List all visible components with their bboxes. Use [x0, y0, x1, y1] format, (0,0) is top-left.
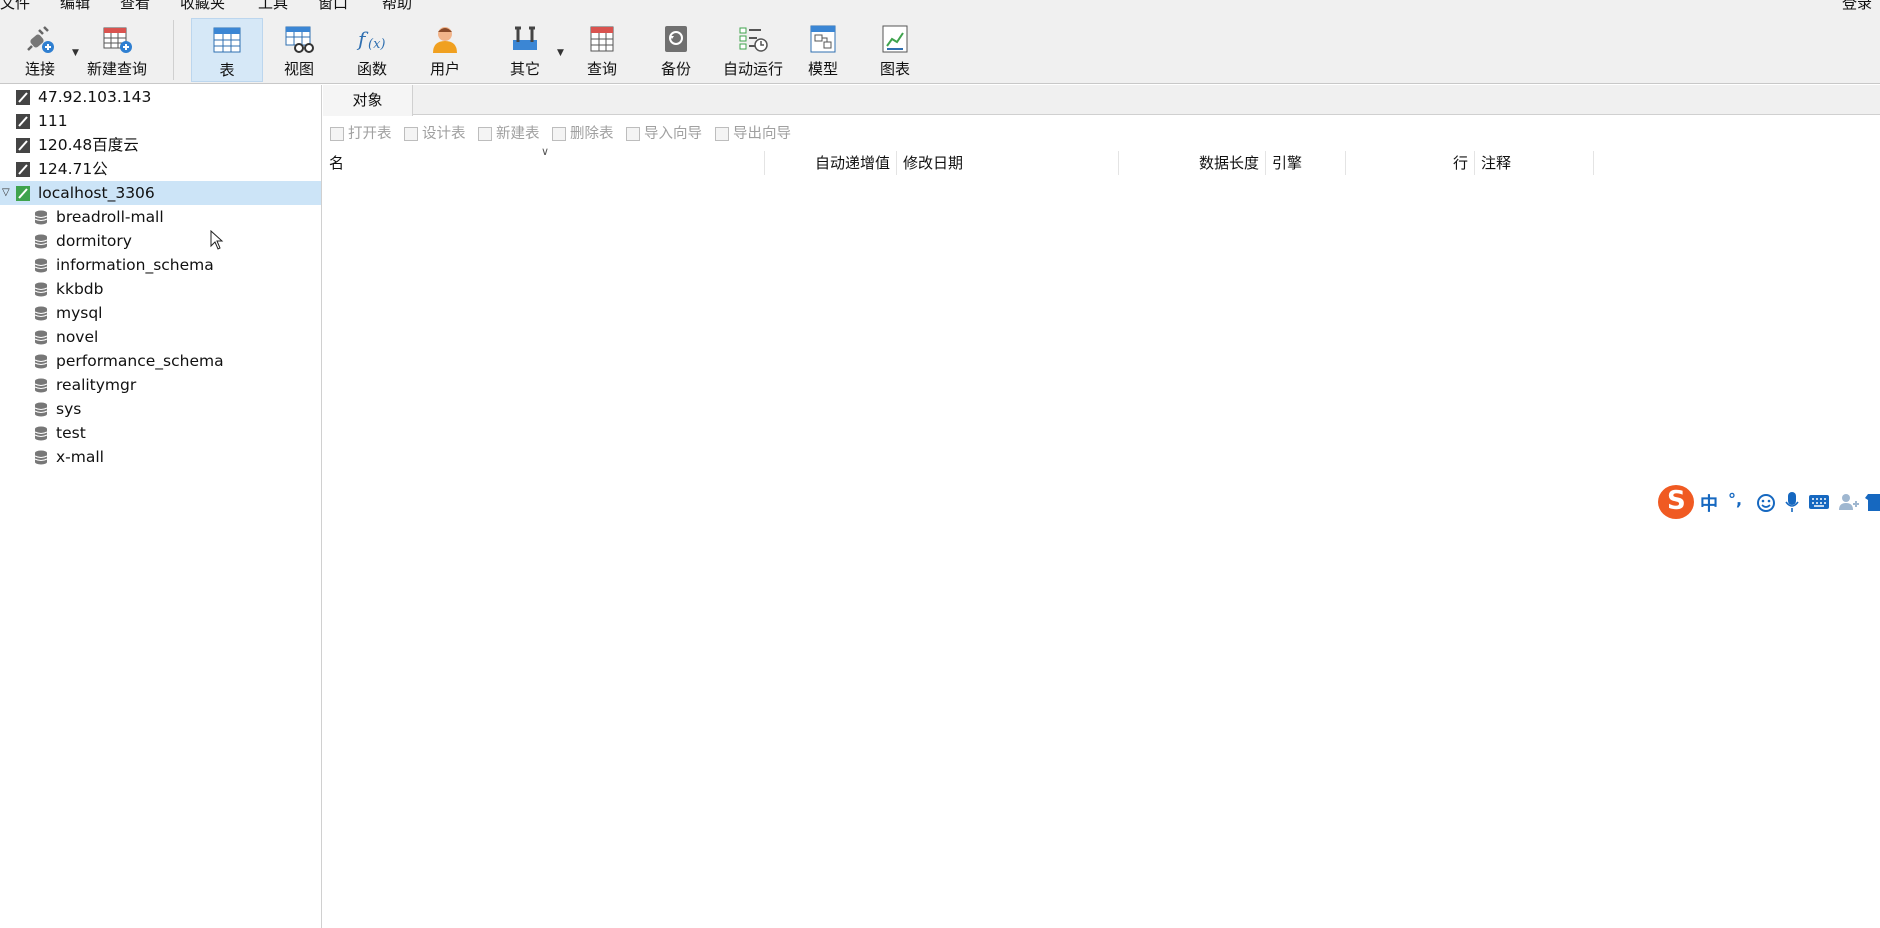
mouse-cursor-icon [210, 230, 224, 250]
column-data-length[interactable]: 数据长度 [1119, 151, 1266, 175]
function-button[interactable]: f (x) 函数 [339, 18, 405, 82]
database-item[interactable]: breadroll-mall [0, 205, 321, 229]
import-wizard-icon [626, 127, 640, 141]
tools-icon [513, 26, 537, 50]
chart-button[interactable]: 图表 [862, 18, 928, 82]
database-item[interactable]: novel [0, 325, 321, 349]
sort-chevron-icon: ∨ [541, 145, 550, 158]
user-button[interactable]: 用户 [412, 18, 478, 82]
new-query-button[interactable]: 新建查询 [84, 18, 150, 82]
database-item[interactable]: realitymgr [0, 373, 321, 397]
other-dropdown-icon[interactable]: ▼ [557, 48, 564, 58]
delete-table-button[interactable]: 删除表 [550, 122, 614, 146]
connection-icon [16, 138, 30, 153]
object-panel: 对象 打开表 设计表 新建表 删除表 导入向导 导出向导 名 ∨ 自动递增值 修… [323, 85, 1880, 928]
backup-button[interactable]: 备份 [643, 18, 709, 82]
column-auto-increment[interactable]: 自动递增值 [765, 151, 897, 175]
toolbar-separator [173, 20, 174, 80]
connect-button[interactable]: 连接 [10, 18, 70, 82]
microphone-icon[interactable] [1784, 491, 1800, 513]
database-icon [34, 450, 48, 465]
new-query-icon [103, 27, 132, 53]
database-icon [34, 330, 48, 345]
menu-bar: 文件 编辑 查看 收藏夹 工具 窗口 帮助 登录 [0, 0, 1880, 12]
view-icon [285, 26, 314, 53]
database-icon [34, 354, 48, 369]
chart-icon [882, 25, 908, 53]
object-toolbar: 打开表 设计表 新建表 删除表 导入向导 导出向导 [323, 122, 1880, 146]
table-icon [213, 27, 241, 53]
design-table-icon [404, 127, 418, 141]
connection-tree[interactable]: 47.92.103.143 111 120.48百度云 124.71公 ▽ lo… [0, 85, 322, 928]
auto-run-button[interactable]: 自动运行 [712, 18, 794, 82]
view-button[interactable]: 视图 [266, 18, 332, 82]
connection-item[interactable]: 120.48百度云 [0, 133, 321, 157]
database-item[interactable]: sys [0, 397, 321, 421]
new-table-icon [478, 127, 492, 141]
object-list-header: 名 ∨ 自动递增值 修改日期 数据长度 引擎 行 注释 [323, 145, 1880, 175]
ime-punctuation[interactable]: °, [1728, 490, 1742, 509]
connect-dropdown-icon[interactable]: ▼ [72, 48, 79, 58]
model-icon [810, 25, 836, 53]
emoji-icon[interactable] [1756, 493, 1776, 513]
ime-toolbar[interactable]: 中 °, [1658, 483, 1880, 521]
query-icon [590, 26, 614, 52]
ime-mode[interactable]: 中 [1700, 490, 1718, 516]
function-icon: f (x) [356, 27, 385, 52]
sogou-logo-icon [1658, 485, 1694, 519]
database-icon [34, 426, 48, 441]
design-table-button[interactable]: 设计表 [402, 122, 466, 146]
export-wizard-button[interactable]: 导出向导 [713, 122, 791, 146]
active-connection-icon [16, 186, 30, 201]
main-toolbar: 连接 ▼ 新建查询 表 视图 f (x) 函数 用户 其它 ▼ 查询 备份 自动… [0, 12, 1880, 84]
open-table-icon [330, 127, 344, 141]
user-settings-icon[interactable] [1838, 492, 1860, 512]
skin-shirt-icon[interactable] [1864, 492, 1880, 512]
chevron-down-icon[interactable]: ▽ [2, 181, 10, 205]
database-item[interactable]: test [0, 421, 321, 445]
database-icon [34, 378, 48, 393]
new-table-button[interactable]: 新建表 [476, 122, 540, 146]
open-table-button[interactable]: 打开表 [328, 122, 392, 146]
connection-item-active[interactable]: ▽ localhost_3306 [0, 181, 321, 205]
connection-icon [16, 114, 30, 129]
model-button[interactable]: 模型 [790, 18, 856, 82]
database-item[interactable]: performance_schema [0, 349, 321, 373]
database-icon [34, 210, 48, 225]
user-icon [433, 27, 457, 53]
database-icon [34, 306, 48, 321]
column-modified-date[interactable]: 修改日期 [897, 151, 1119, 175]
connection-item[interactable]: 124.71公 [0, 157, 321, 181]
database-icon [34, 258, 48, 273]
connection-item[interactable]: 111 [0, 109, 321, 133]
database-item[interactable]: x-mall [0, 445, 321, 469]
backup-icon [665, 26, 687, 52]
database-icon [34, 282, 48, 297]
schedule-icon [739, 27, 768, 52]
connection-item[interactable]: 47.92.103.143 [0, 85, 321, 109]
query-button[interactable]: 查询 [569, 18, 635, 82]
database-item[interactable]: mysql [0, 301, 321, 325]
database-item[interactable]: dormitory [0, 229, 321, 253]
database-icon [34, 234, 48, 249]
import-wizard-button[interactable]: 导入向导 [624, 122, 702, 146]
column-comment[interactable]: 注释 [1475, 151, 1594, 175]
column-rows[interactable]: 行 [1346, 151, 1475, 175]
tab-objects[interactable]: 对象 [323, 85, 413, 116]
database-item[interactable]: information_schema [0, 253, 321, 277]
svg-text:(x): (x) [368, 37, 385, 52]
column-engine[interactable]: 引擎 [1266, 151, 1346, 175]
other-button[interactable]: 其它 [488, 18, 562, 82]
connection-icon [16, 162, 30, 177]
connection-icon [16, 90, 30, 105]
keyboard-icon[interactable] [1808, 494, 1830, 510]
tab-bar: 对象 [323, 85, 1880, 116]
database-item[interactable]: kkbdb [0, 277, 321, 301]
delete-table-icon [552, 127, 566, 141]
table-button[interactable]: 表 [191, 18, 263, 82]
database-icon [34, 402, 48, 417]
export-wizard-icon [715, 127, 729, 141]
plug-icon [27, 26, 54, 53]
